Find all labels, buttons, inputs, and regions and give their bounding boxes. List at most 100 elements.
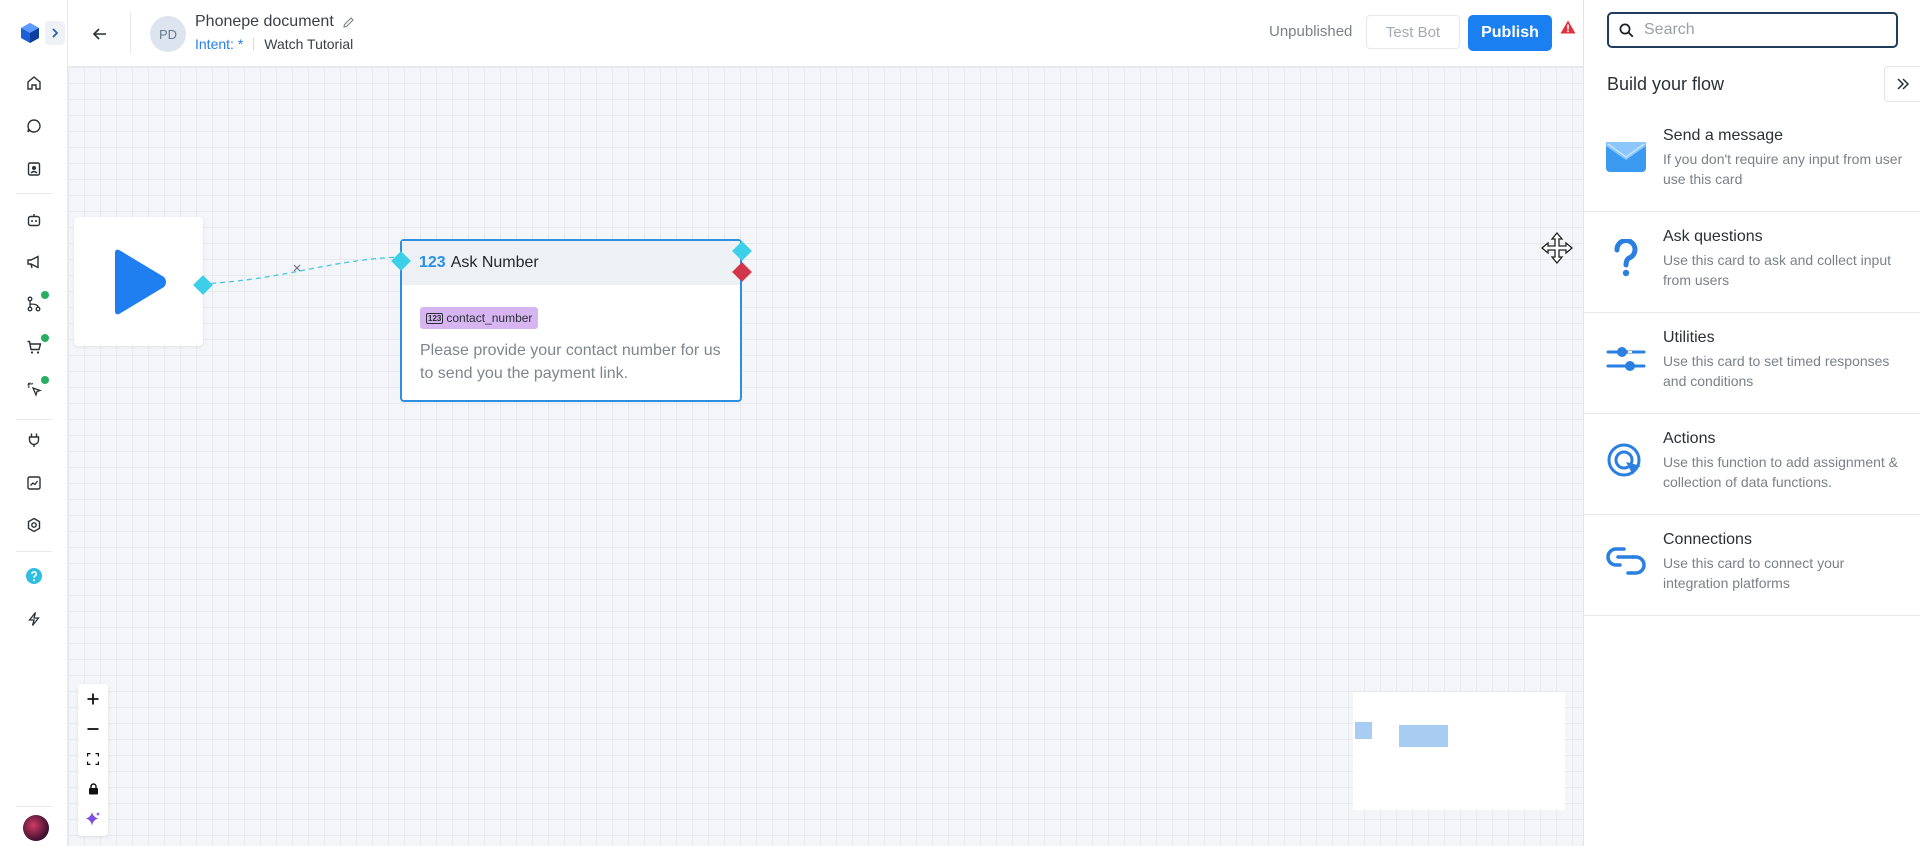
fit-view-icon	[87, 753, 99, 765]
header-divider	[130, 12, 131, 54]
help-icon	[26, 568, 42, 584]
card-title: Utilities	[1663, 329, 1715, 346]
pencil-edit-icon[interactable]	[342, 16, 355, 29]
sidebar-item-chats[interactable]	[22, 114, 46, 138]
card-description: Use this function to add assignment & co…	[1663, 454, 1899, 490]
sidebar-item-analytics[interactable]	[22, 471, 46, 495]
document-title-text: Phonepe document	[195, 13, 334, 30]
settings-icon	[27, 517, 41, 533]
double-chevron-right-icon	[1897, 78, 1910, 90]
sidebar-item-home[interactable]	[22, 71, 46, 95]
bot-icon	[27, 214, 41, 227]
card-title: Ask questions	[1663, 228, 1763, 245]
sidebar-item-commerce[interactable]	[22, 334, 49, 359]
question-icon	[1604, 236, 1648, 280]
number-type-icon: 123	[419, 254, 446, 271]
variable-tag: 123 contact_number	[420, 307, 539, 329]
contacts-icon	[27, 162, 41, 176]
zoom-controls	[78, 684, 108, 836]
search-input[interactable]	[1644, 21, 1884, 39]
sidebar-item-integrations[interactable]	[22, 428, 46, 452]
user-avatar[interactable]	[23, 815, 49, 841]
panel-title: Build your flow	[1607, 74, 1725, 94]
ai-assist-button[interactable]	[78, 804, 108, 834]
ask-node-header: 123 Ask Number	[402, 241, 740, 285]
sidebar-item-help[interactable]	[22, 564, 46, 588]
subline-divider	[253, 38, 255, 50]
test-bot-button[interactable]: Test Bot	[1366, 15, 1460, 49]
sidebar-item-settings[interactable]	[22, 513, 46, 537]
lock-icon	[88, 783, 98, 795]
flow-canvas[interactable]: 123 Ask Number 123 contact_number Please…	[68, 67, 1583, 846]
link-icon	[1604, 539, 1648, 583]
bolt-icon	[28, 612, 40, 626]
card-send-message[interactable]: Send a message If you don't require any …	[1584, 111, 1920, 212]
sparkle-icon	[86, 812, 100, 826]
flow-icon	[27, 296, 41, 312]
sidebar-item-contacts[interactable]	[22, 157, 46, 181]
plug-icon	[28, 433, 40, 447]
plus-icon	[87, 693, 99, 705]
broadcast-icon	[27, 255, 39, 269]
minimap[interactable]	[1353, 692, 1565, 810]
card-description: Use this card to set timed responses and…	[1663, 353, 1890, 389]
rail-divider	[16, 806, 52, 807]
publish-status: Unpublished	[1269, 23, 1353, 40]
zoom-in-button[interactable]	[78, 684, 108, 714]
status-dot	[41, 291, 49, 299]
card-ask-questions[interactable]: Ask questions Use this card to ask and c…	[1584, 212, 1920, 313]
search-icon	[1619, 23, 1634, 37]
left-icon-rail	[0, 0, 68, 846]
cart-icon	[27, 340, 42, 354]
target-icon	[1604, 438, 1648, 482]
cube-logo-icon	[21, 23, 39, 43]
watch-tutorial-link[interactable]: Watch Tutorial	[264, 36, 353, 52]
card-description: If you don't require any input from user…	[1663, 151, 1903, 187]
sidebar-item-broadcast[interactable]	[22, 250, 46, 274]
expand-rail-button[interactable]	[45, 21, 65, 45]
collapse-panel-button[interactable]	[1884, 66, 1920, 102]
ask-node-message: Please provide your contact number for u…	[420, 342, 721, 382]
sidebar-item-whats-new[interactable]	[22, 607, 46, 631]
app-logo[interactable]	[18, 21, 65, 45]
card-title: Send a message	[1663, 127, 1784, 144]
fit-view-button[interactable]	[78, 744, 108, 774]
arrow-left-icon	[92, 28, 106, 40]
top-header: PD Phonepe document Intent: * Watch Tuto…	[68, 0, 1583, 67]
status-dot	[41, 334, 49, 342]
card-description: Use this card to connect your integratio…	[1663, 555, 1845, 591]
build-flow-panel: Build your flow Send a message If you do…	[1583, 0, 1920, 846]
variable-name: contact_number	[446, 311, 533, 325]
chat-icon	[27, 119, 41, 133]
intent-link[interactable]: Intent: *	[195, 36, 243, 52]
card-utilities[interactable]: Utilities Use this card to set timed res…	[1584, 313, 1920, 414]
zoom-out-button[interactable]	[78, 714, 108, 744]
document-avatar: PD	[150, 16, 186, 52]
warning-icon[interactable]	[1560, 20, 1576, 34]
chevron-right-icon	[52, 28, 59, 38]
document-subline: Intent: * Watch Tutorial	[195, 36, 353, 52]
ask-node-title: Ask Number	[450, 254, 539, 271]
lock-canvas-button[interactable]	[78, 774, 108, 804]
sidebar-item-flows[interactable]	[22, 291, 49, 316]
card-title: Actions	[1663, 430, 1716, 447]
analytics-icon	[27, 476, 41, 490]
move-cursor-icon	[1540, 231, 1574, 265]
card-actions[interactable]: Actions Use this function to add assignm…	[1584, 414, 1920, 515]
envelope-icon	[1604, 135, 1648, 179]
card-description: Use this card to ask and collect input f…	[1663, 252, 1892, 288]
sidebar-item-bots[interactable]	[22, 208, 46, 232]
home-icon	[27, 76, 41, 90]
rail-divider	[16, 419, 52, 420]
card-title: Connections	[1663, 531, 1752, 548]
rail-divider	[16, 193, 52, 194]
ask-number-node[interactable]: 123 Ask Number 123 contact_number Please…	[400, 239, 742, 402]
back-button[interactable]	[88, 22, 112, 46]
card-connections[interactable]: Connections Use this card to connect you…	[1584, 515, 1920, 616]
delete-edge-icon	[293, 264, 301, 272]
search-box[interactable]	[1607, 12, 1898, 48]
sidebar-item-ads[interactable]	[22, 376, 49, 401]
minus-icon	[87, 728, 99, 730]
minimap-nodes	[1355, 722, 1448, 747]
publish-button[interactable]: Publish	[1468, 15, 1552, 51]
